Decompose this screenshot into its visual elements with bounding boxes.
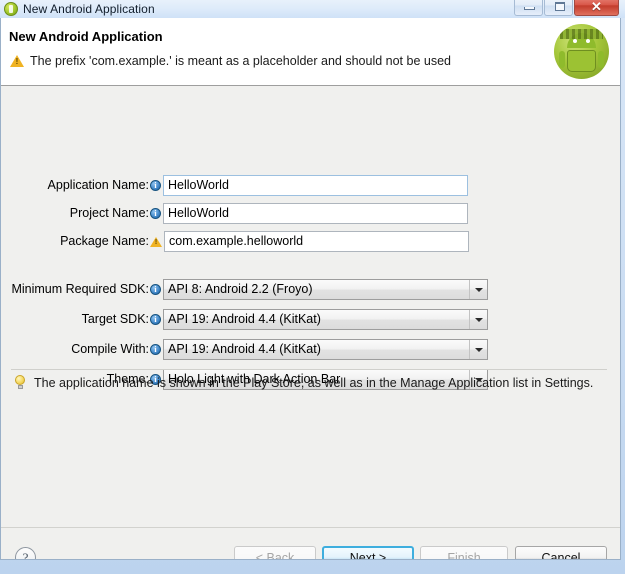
chevron-down-icon[interactable]: [469, 279, 487, 299]
label-compile-with: Compile With:: [71, 342, 149, 356]
label-package-name: Package Name:: [60, 234, 149, 248]
button-bar-divider: [1, 527, 620, 528]
minimize-button[interactable]: [514, 0, 543, 16]
header-warning-message: The prefix 'com.example.' is meant as a …: [30, 54, 451, 68]
info-icon[interactable]: [150, 179, 161, 191]
info-icon[interactable]: [150, 343, 161, 355]
chevron-down-icon[interactable]: [469, 339, 487, 359]
info-icon[interactable]: [150, 283, 161, 295]
maximize-icon: [555, 2, 565, 11]
form-row-application-name: Application Name: HelloWorld: [1, 174, 468, 196]
minimum-required-sdk-value: API 8: Android 2.2 (Froyo): [168, 281, 313, 296]
next-button[interactable]: Next >: [322, 546, 414, 559]
target-sdk-value: API 19: Android 4.4 (KitKat): [168, 311, 321, 326]
target-sdk-select[interactable]: API 19: Android 4.4 (KitKat): [163, 308, 488, 330]
form-row-package-name: Package Name: com.example.helloworld: [1, 230, 469, 252]
hint-divider: [11, 369, 607, 370]
back-button[interactable]: < Back: [234, 546, 316, 559]
form-row-project-name: Project Name: HelloWorld: [1, 202, 468, 224]
close-icon: ✕: [591, 0, 602, 14]
android-icon: [4, 2, 18, 16]
label-project-name: Project Name:: [69, 206, 149, 220]
package-name-input[interactable]: com.example.helloworld: [164, 230, 469, 252]
warning-triangle-icon[interactable]: [150, 237, 162, 247]
label-minimum-required-sdk: Minimum Required SDK:: [11, 282, 149, 296]
help-button[interactable]: ?: [15, 547, 36, 559]
close-button[interactable]: ✕: [574, 0, 619, 16]
info-icon[interactable]: [150, 313, 161, 325]
compile-with-select[interactable]: API 19: Android 4.4 (KitKat): [163, 338, 488, 360]
form-row-minimum-sdk: Minimum Required SDK: API 8: Android 2.2…: [1, 278, 488, 300]
info-icon[interactable]: [150, 207, 161, 219]
label-target-sdk: Target SDK:: [81, 312, 149, 326]
maximize-button[interactable]: [544, 0, 573, 16]
application-name-input[interactable]: HelloWorld: [163, 174, 468, 196]
warning-triangle-icon: [10, 55, 24, 67]
minimize-icon: [524, 7, 535, 10]
android-robot-icon: [554, 24, 609, 79]
window-controls: ✕: [513, 0, 619, 16]
dialog-header: New Android Application The prefix 'com.…: [1, 18, 620, 86]
minimum-required-sdk-select[interactable]: API 8: Android 2.2 (Froyo): [163, 278, 488, 300]
dialog-window: New Android Application ✕ New Android Ap…: [0, 0, 625, 574]
cancel-button[interactable]: Cancel: [515, 546, 607, 559]
lightbulb-icon: [14, 375, 26, 390]
page-title: New Android Application: [9, 29, 163, 44]
project-name-input[interactable]: HelloWorld: [163, 202, 468, 224]
finish-button[interactable]: Finish: [420, 546, 508, 559]
label-application-name: Application Name:: [47, 178, 149, 192]
form-row-compile-with: Compile With: API 19: Android 4.4 (KitKa…: [1, 338, 488, 360]
window-title: New Android Application: [23, 2, 155, 16]
chevron-down-icon[interactable]: [469, 309, 487, 329]
dialog-client: New Android Application The prefix 'com.…: [0, 18, 621, 560]
hint-text: The application name is shown in the Pla…: [34, 376, 594, 390]
compile-with-value: API 19: Android 4.4 (KitKat): [168, 341, 321, 356]
form-row-target-sdk: Target SDK: API 19: Android 4.4 (KitKat): [1, 308, 488, 330]
